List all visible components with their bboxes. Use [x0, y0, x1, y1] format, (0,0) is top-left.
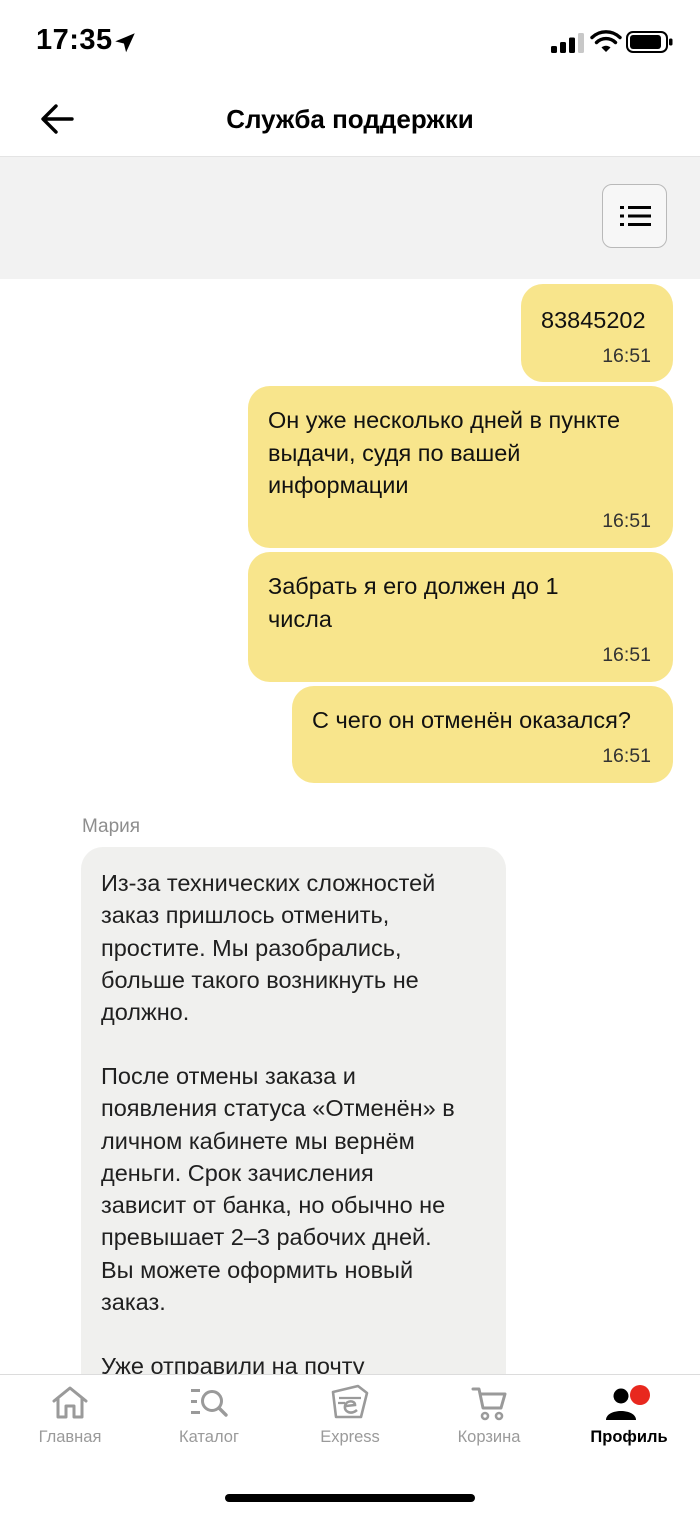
cellular-signal-icon: [551, 33, 584, 53]
message-line: зависит от банка, но обычно не: [101, 1192, 446, 1219]
message-line: Забрать я его должен до 1: [268, 573, 559, 599]
message-line: числа: [268, 605, 332, 632]
battery-icon: [626, 31, 673, 53]
message-text: Забрать я его должен до 1 числа: [268, 570, 559, 635]
message-text: С чего он отменён оказался?: [312, 707, 631, 733]
message-time: 16:51: [602, 644, 651, 666]
message-line: должно.: [101, 999, 190, 1026]
message-line: заказ пришлось отменить,: [101, 902, 390, 929]
message-line: простите. Мы разобрались,: [101, 934, 402, 961]
message-time: 16:51: [602, 345, 651, 367]
message-line: появления статуса «Отменён» в: [101, 1095, 455, 1122]
message-line: выдачи, судя по вашей: [268, 439, 521, 466]
cart-icon: [471, 1387, 507, 1421]
outgoing-message[interactable]: Он уже несколько дней в пункте выдачи, с…: [248, 386, 673, 548]
tab-cart[interactable]: Корзина: [429, 1384, 549, 1456]
wifi-icon: [590, 30, 622, 52]
tab-express[interactable]: Express: [290, 1384, 410, 1456]
tab-profile[interactable]: Профиль: [569, 1384, 689, 1456]
message-paragraph: Из-за технических сложностей заказ пришл…: [101, 867, 491, 1028]
tab-label: Профиль: [590, 1428, 668, 1446]
message-line: информации: [268, 472, 409, 498]
profile-icon: [606, 1385, 650, 1420]
tab-label: Express: [320, 1428, 380, 1446]
message-line: превышает 2–3 рабочих дней.: [101, 1224, 432, 1251]
home-indicator: [225, 1494, 475, 1502]
home-icon: [52, 1386, 88, 1419]
tab-label: Главная: [38, 1428, 102, 1446]
location-arrow-icon: [115, 33, 135, 53]
tab-home[interactable]: Главная: [10, 1384, 130, 1456]
message-line: заказ.: [101, 1289, 166, 1316]
message-text: Он уже несколько дней в пункте выдачи, с…: [268, 404, 620, 502]
outgoing-message[interactable]: 83845202 16:51: [521, 284, 673, 382]
message-time: 16:51: [602, 510, 651, 532]
chat-toolbar: [0, 156, 700, 279]
outgoing-message[interactable]: Забрать я его должен до 1 числа 16:51: [248, 552, 673, 682]
message-paragraph: После отмены заказа и появления статуса …: [101, 1060, 491, 1318]
message-line: После отмены заказа и: [101, 1063, 356, 1089]
message-line: Вы можете оформить новый: [101, 1256, 414, 1283]
status-bar: 17:35: [0, 0, 700, 86]
message-line: деньги. Срок зачисления: [101, 1159, 374, 1186]
status-time: 17:35: [36, 24, 113, 56]
message-line: Он уже несколько дней в пункте: [268, 407, 621, 433]
outgoing-message[interactable]: С чего он отменён оказался? 16:51: [292, 686, 673, 783]
message-line: больше такого возникнуть не: [101, 966, 419, 993]
message-line: личном кабинете мы вернём: [101, 1127, 415, 1154]
catalog-search-icon: [191, 1389, 228, 1417]
message-time: 16:51: [602, 745, 651, 767]
tab-catalog[interactable]: Каталог: [149, 1384, 269, 1456]
message-text: 83845202: [541, 307, 646, 333]
list-menu-icon: [620, 206, 651, 226]
menu-button[interactable]: [602, 184, 667, 248]
express-icon: [331, 1384, 369, 1419]
page-title: Служба поддержки: [226, 104, 474, 134]
tab-label: Каталог: [179, 1428, 239, 1446]
message-line: Из-за технических сложностей: [101, 870, 436, 896]
notification-dot: [630, 1385, 650, 1405]
sender-name: Мария: [82, 816, 141, 837]
tab-label: Корзина: [457, 1428, 521, 1446]
